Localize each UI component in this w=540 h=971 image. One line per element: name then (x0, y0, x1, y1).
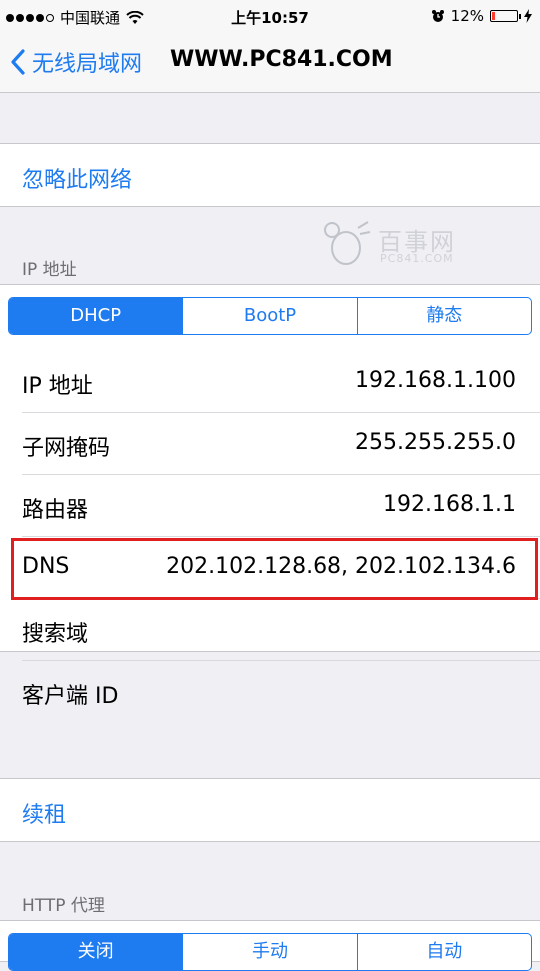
segment-dhcp[interactable]: DHCP (9, 298, 184, 334)
subnet-mask-value: 255.255.255.0 (355, 430, 516, 455)
forget-network-label: 忽略此网络 (22, 168, 133, 193)
forget-network-group: 忽略此网络 (0, 143, 540, 207)
renew-lease-cell[interactable]: 续租 (0, 779, 540, 841)
charging-bolt-icon (524, 9, 532, 23)
subnet-mask-label: 子网掩码 (22, 436, 111, 461)
chevron-left-icon (11, 49, 25, 75)
ip-address-value: 192.168.1.100 (355, 368, 516, 393)
watermark-logo: 百事网 PC841.COM (320, 218, 480, 270)
search-domain-row[interactable]: 搜索域 (0, 598, 540, 660)
router-label: 路由器 (22, 498, 89, 523)
segment-bootp[interactable]: BootP (183, 298, 358, 334)
mascot-icon (324, 221, 371, 265)
http-proxy-header: HTTP 代理 (22, 896, 105, 916)
battery-percent: 12% (450, 7, 484, 25)
segment-proxy-auto[interactable]: 自动 (358, 934, 531, 970)
segment-proxy-manual[interactable]: 手动 (183, 934, 358, 970)
dns-highlight-box (11, 538, 538, 600)
ip-mode-segmented-control: DHCP BootP 静态 (8, 297, 532, 335)
back-button[interactable]: 无线局域网 (10, 46, 142, 78)
status-right: 12% (431, 7, 532, 25)
ip-rows: IP 地址 192.168.1.100 子网掩码 255.255.255.0 路… (0, 350, 540, 722)
client-id-label: 客户端 ID (22, 684, 119, 709)
back-button-label: 无线局域网 (32, 52, 143, 77)
status-bar: 中国联通 上午10:57 12% (0, 0, 540, 32)
router-value: 192.168.1.1 (383, 492, 516, 517)
subnet-mask-row: 子网掩码 255.255.255.0 (0, 412, 540, 474)
client-id-row[interactable]: 客户端 ID (0, 660, 540, 722)
watermark-subtext: PC841.COM (380, 252, 454, 265)
router-row: 路由器 192.168.1.1 (0, 474, 540, 536)
segment-proxy-off[interactable]: 关闭 (9, 934, 184, 970)
renew-lease-label: 续租 (22, 803, 67, 828)
forget-network-cell[interactable]: 忽略此网络 (0, 144, 540, 206)
battery-icon (490, 10, 521, 22)
navigation-bar: 无线局域网 WWW.PC841.COM (0, 32, 540, 93)
proxy-mode-segmented-control: 关闭 手动 自动 (8, 933, 532, 971)
segment-static[interactable]: 静态 (358, 298, 531, 334)
search-domain-label: 搜索域 (22, 622, 89, 647)
ip-address-row: IP 地址 192.168.1.100 (0, 350, 540, 412)
ip-section-header: IP 地址 (22, 260, 77, 280)
alarm-clock-icon (431, 10, 444, 22)
page-title: WWW.PC841.COM (170, 47, 393, 72)
ip-address-label: IP 地址 (22, 374, 93, 399)
battery-level (492, 12, 495, 20)
renew-lease-group: 续租 (0, 778, 540, 842)
